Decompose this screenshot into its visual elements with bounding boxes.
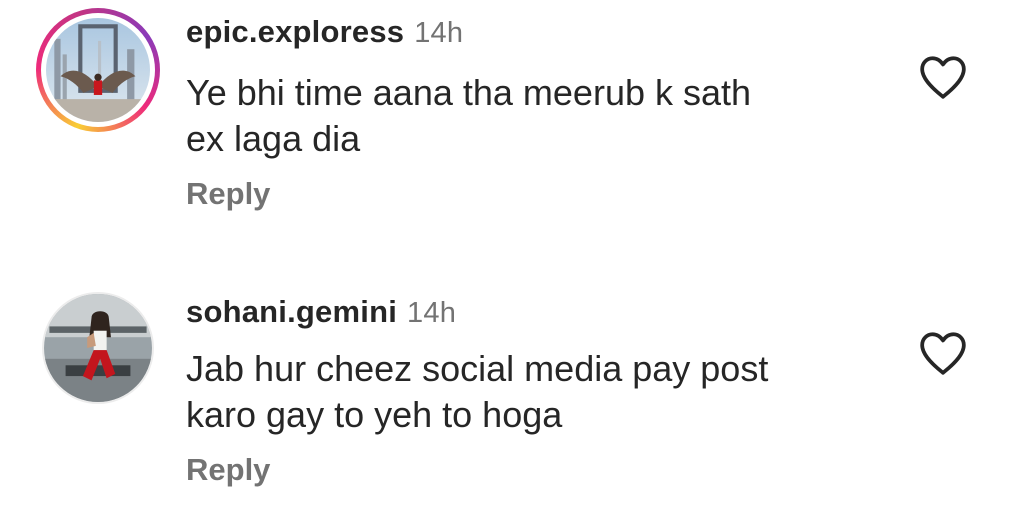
comment-timestamp: 14h bbox=[407, 297, 457, 329]
heart-outline-icon[interactable] bbox=[918, 54, 968, 100]
reply-button[interactable]: Reply bbox=[186, 176, 270, 212]
avatar-inner bbox=[41, 13, 155, 127]
comment-text-line: Ye bhi time aana tha meerub k sath bbox=[186, 72, 752, 113]
comment-text-line: karo gay to yeh to hoga bbox=[186, 394, 563, 435]
avatar bbox=[46, 18, 150, 122]
comment-username[interactable]: sohani.gemini 14h bbox=[186, 294, 456, 330]
avatar-wrap[interactable] bbox=[42, 292, 154, 404]
comment-item: epic.exploress 14h Ye bhi time aana tha m… bbox=[0, 0, 1024, 250]
username-text[interactable]: sohani.gemini bbox=[186, 294, 397, 329]
comment-text: Ye bhi time aana tha meerub k sath ex la… bbox=[186, 70, 886, 162]
comment-text-line: Jab hur cheez social media pay post bbox=[186, 348, 769, 389]
comments-list: epic.exploress 14h Ye bhi time aana tha m… bbox=[0, 0, 1024, 508]
username-text[interactable]: epic.exploress bbox=[186, 14, 404, 49]
comment-item: sohani.gemini 14h Jab hur cheez social me… bbox=[0, 278, 1024, 508]
comment-timestamp: 14h bbox=[414, 17, 464, 49]
avatar bbox=[44, 294, 152, 402]
comment-username[interactable]: epic.exploress 14h bbox=[186, 14, 463, 50]
avatar-story-ring[interactable] bbox=[36, 8, 160, 132]
comment-text: Jab hur cheez social media pay post karo… bbox=[186, 346, 886, 438]
reply-button[interactable]: Reply bbox=[186, 452, 270, 488]
comment-text-line: ex laga dia bbox=[186, 118, 361, 159]
heart-outline-icon[interactable] bbox=[918, 330, 968, 376]
